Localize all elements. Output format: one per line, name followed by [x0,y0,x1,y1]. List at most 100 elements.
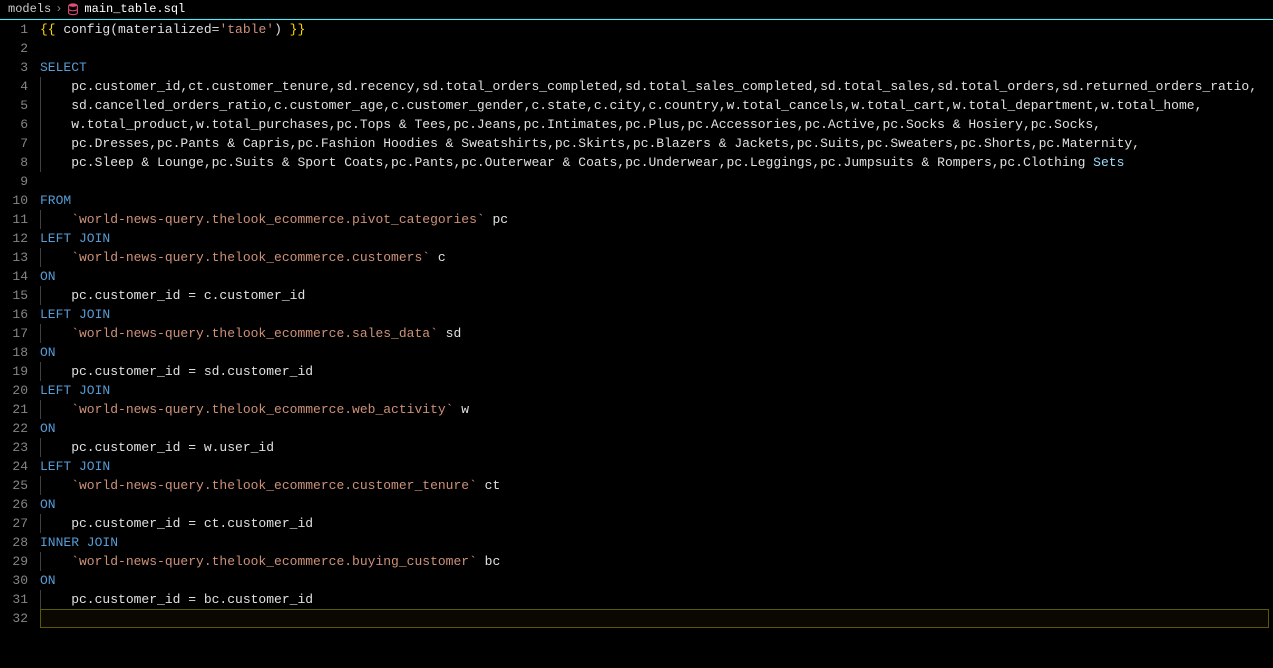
line-number: 24 [8,457,28,476]
code-line[interactable]: `world-news-query.thelook_ecommerce.cust… [40,248,1269,267]
code-token: sd [438,326,461,341]
code-token: pc.Dresses,pc.Pants & Capris,pc.Fashion … [40,136,1140,151]
code-line[interactable]: ON [40,419,1269,438]
code-line[interactable] [40,39,1269,58]
line-number: 3 [8,58,28,77]
code-line[interactable]: pc.customer_id = bc.customer_id [40,590,1269,609]
line-number: 8 [8,153,28,172]
code-token: `world-news-query.thelook_ecommerce.web_… [40,402,453,417]
code-token: FROM [40,193,71,208]
database-icon [66,2,80,16]
code-line[interactable]: LEFT JOIN [40,305,1269,324]
breadcrumb[interactable]: models › main_table.sql [0,0,1273,19]
line-number: 7 [8,134,28,153]
code-token: pc.Sleep & Lounge,pc.Suits & Sport Coats… [40,155,1093,170]
code-token: `world-news-query.thelook_ecommerce.cust… [40,478,477,493]
code-line[interactable]: `world-news-query.thelook_ecommerce.buyi… [40,552,1269,571]
line-number: 17 [8,324,28,343]
code-line[interactable]: pc.customer_id = sd.customer_id [40,362,1269,381]
code-line[interactable]: LEFT JOIN [40,381,1269,400]
line-number: 20 [8,381,28,400]
line-number: 16 [8,305,28,324]
code-line[interactable]: ON [40,571,1269,590]
code-token: ON [40,497,56,512]
code-token: config(materialized [63,22,211,37]
code-token: pc [485,212,508,227]
code-line[interactable]: `world-news-query.thelook_ecommerce.sale… [40,324,1269,343]
code-token: LEFT JOIN [40,459,110,474]
code-token: }} [290,22,306,37]
code-token: c [430,250,446,265]
code-token: sd.cancelled_orders_ratio,c.customer_age… [40,98,1202,113]
line-number: 6 [8,115,28,134]
line-number: 13 [8,248,28,267]
code-token: `world-news-query.thelook_ecommerce.buyi… [40,554,477,569]
line-number: 29 [8,552,28,571]
line-number: 31 [8,590,28,609]
code-line[interactable]: pc.customer_id = c.customer_id [40,286,1269,305]
code-editor[interactable]: 1234567891011121314151617181920212223242… [0,19,1273,628]
code-line[interactable]: pc.Sleep & Lounge,pc.Suits & Sport Coats… [40,153,1269,172]
code-line[interactable]: SELECT [40,58,1269,77]
line-number: 9 [8,172,28,191]
line-number: 10 [8,191,28,210]
code-token: ON [40,345,56,360]
line-number: 32 [8,609,28,628]
line-number: 27 [8,514,28,533]
line-number: 2 [8,39,28,58]
code-token: INNER JOIN [40,535,118,550]
code-token: SELECT [40,60,87,75]
code-token: pc.customer_id = c.customer_id [40,288,305,303]
code-line[interactable]: ON [40,343,1269,362]
breadcrumb-filename[interactable]: main_table.sql [84,2,185,16]
line-number: 11 [8,210,28,229]
code-line[interactable]: w.total_product,w.total_purchases,pc.Top… [40,115,1269,134]
code-token: pc.customer_id,ct.customer_tenure,sd.rec… [40,79,1257,94]
code-token: pc.customer_id = w.user_id [40,440,274,455]
code-line[interactable]: LEFT JOIN [40,229,1269,248]
code-line[interactable]: FROM [40,191,1269,210]
code-line[interactable]: `world-news-query.thelook_ecommerce.web_… [40,400,1269,419]
code-token: ON [40,421,56,436]
line-number: 12 [8,229,28,248]
code-token: ct [477,478,500,493]
line-number: 15 [8,286,28,305]
breadcrumb-separator: › [55,2,62,16]
code-line[interactable]: pc.customer_id = ct.customer_id [40,514,1269,533]
line-number: 22 [8,419,28,438]
code-line[interactable]: INNER JOIN [40,533,1269,552]
code-line[interactable]: {{ config(materialized='table') }} [40,20,1269,39]
line-number: 28 [8,533,28,552]
code-token: pc.customer_id = ct.customer_id [40,516,313,531]
code-line[interactable]: `world-news-query.thelook_ecommerce.cust… [40,476,1269,495]
code-token: ON [40,573,56,588]
line-number: 25 [8,476,28,495]
line-number: 5 [8,96,28,115]
code-area[interactable]: {{ config(materialized='table') }} SELECT… [40,20,1273,628]
code-line[interactable]: pc.customer_id,ct.customer_tenure,sd.rec… [40,77,1269,96]
code-token: pc.customer_id = sd.customer_id [40,364,313,379]
code-line[interactable]: sd.cancelled_orders_ratio,c.customer_age… [40,96,1269,115]
code-line[interactable]: ON [40,495,1269,514]
code-token: ON [40,269,56,284]
line-number: 1 [8,20,28,39]
code-token: 'table' [219,22,274,37]
line-number: 26 [8,495,28,514]
code-token: `world-news-query.thelook_ecommerce.pivo… [40,212,485,227]
code-token: `world-news-query.thelook_ecommerce.cust… [40,250,430,265]
code-line[interactable]: pc.customer_id = w.user_id [40,438,1269,457]
code-line[interactable]: `world-news-query.thelook_ecommerce.pivo… [40,210,1269,229]
code-token: `world-news-query.thelook_ecommerce.sale… [40,326,438,341]
breadcrumb-folder[interactable]: models [8,2,51,16]
code-line[interactable]: ON [40,267,1269,286]
code-token: LEFT JOIN [40,383,110,398]
code-line[interactable]: LEFT JOIN [40,457,1269,476]
code-line[interactable] [40,609,1269,628]
line-number: 14 [8,267,28,286]
line-number-gutter: 1234567891011121314151617181920212223242… [0,20,40,628]
code-line[interactable] [40,172,1269,191]
code-line[interactable]: pc.Dresses,pc.Pants & Capris,pc.Fashion … [40,134,1269,153]
line-number: 19 [8,362,28,381]
code-token: bc [477,554,500,569]
code-token: LEFT JOIN [40,307,110,322]
